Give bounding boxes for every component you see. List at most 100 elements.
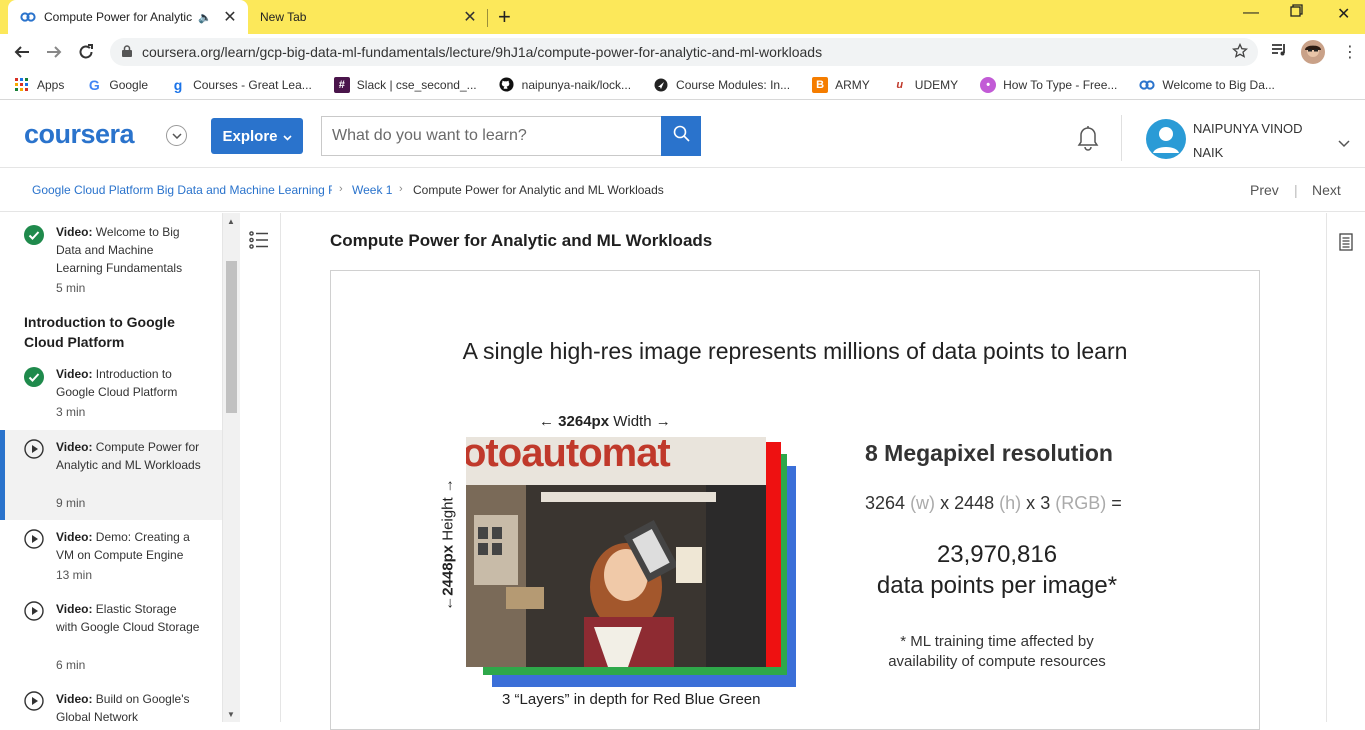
right-rail bbox=[1326, 213, 1365, 722]
play-circle-icon bbox=[24, 439, 44, 464]
scroll-up-arrow-icon[interactable]: ▲ bbox=[227, 217, 235, 226]
list-item[interactable]: Video: Elastic Storage with Google Cloud… bbox=[0, 592, 222, 682]
great-learning-icon: g bbox=[173, 76, 183, 93]
bookmark-github[interactable]: naipunya-naik/lock... bbox=[499, 77, 631, 93]
list-item[interactable]: Video: Demo: Creating a VM on Compute En… bbox=[0, 520, 222, 592]
sample-photo-image: otoautomat bbox=[466, 437, 766, 667]
tab-divider bbox=[487, 9, 488, 27]
list-toggle-icon[interactable] bbox=[249, 231, 269, 254]
item-title: Video: Demo: Creating a VM on Compute En… bbox=[56, 530, 190, 562]
course-modules-icon bbox=[653, 77, 669, 93]
explore-button[interactable]: Explore bbox=[211, 118, 303, 154]
notification-bell-icon[interactable] bbox=[1075, 123, 1101, 156]
tab-new-tab[interactable]: New Tab ✕ bbox=[248, 0, 488, 34]
tab-compute-power[interactable]: Compute Power for Analytic 🔈 ✕ bbox=[8, 0, 248, 34]
list-item-current[interactable]: Video: Compute Power for Analytic and ML… bbox=[0, 430, 222, 520]
slide-headline: A single high-res image represents milli… bbox=[462, 338, 1128, 364]
breadcrumb-current: Compute Power for Analytic and ML Worklo… bbox=[413, 183, 664, 197]
bookmark-apps[interactable]: Apps bbox=[14, 77, 64, 93]
user-name-line2: NAIK bbox=[1193, 145, 1224, 160]
apps-grid-icon bbox=[14, 77, 30, 93]
item-title: Video: Build on Google's Global Network bbox=[56, 692, 190, 722]
item-duration: 13 min bbox=[56, 568, 93, 582]
bookmark-label: Courses - Great Lea... bbox=[193, 77, 312, 92]
forward-arrow-icon[interactable] bbox=[42, 40, 66, 64]
breadcrumb: Google Cloud Platform Big Data and Machi… bbox=[0, 168, 1365, 212]
chevron-down-icon[interactable] bbox=[1338, 135, 1350, 153]
breadcrumb-course-link[interactable]: Google Cloud Platform Big Data and Machi… bbox=[32, 183, 332, 197]
user-name[interactable]: NAIPUNYA VINOD NAIK bbox=[1193, 117, 1333, 165]
profile-avatar[interactable] bbox=[1301, 40, 1325, 64]
photo-sign-text: otoautomat bbox=[466, 437, 671, 475]
address-bar[interactable]: coursera.org/learn/gcp-big-data-ml-funda… bbox=[110, 38, 1258, 66]
close-window-icon[interactable]: ✕ bbox=[1337, 4, 1350, 24]
chevron-down-icon bbox=[282, 128, 292, 145]
lock-icon[interactable] bbox=[122, 44, 132, 60]
bookmark-army[interactable]: B ARMY bbox=[812, 76, 870, 93]
chevron-down-icon[interactable] bbox=[166, 125, 187, 146]
bookmark-udemy[interactable]: u UDEMY bbox=[892, 77, 958, 93]
close-tab-icon[interactable]: ✕ bbox=[222, 7, 238, 27]
course-sidebar: Video: Welcome to Big Data and Machine L… bbox=[0, 213, 223, 722]
coursera-header: coursera Explore What do you want to lea… bbox=[0, 101, 1365, 168]
scroll-down-arrow-icon[interactable]: ▼ bbox=[227, 710, 235, 719]
udemy-icon: u bbox=[896, 78, 904, 91]
github-icon bbox=[499, 77, 515, 93]
item-duration: 9 min bbox=[56, 496, 86, 510]
media-queue-icon[interactable] bbox=[1270, 41, 1288, 64]
list-item[interactable]: Video: Introduction to Google Cloud Plat… bbox=[0, 359, 222, 429]
notes-document-icon[interactable] bbox=[1339, 233, 1353, 256]
minimize-icon[interactable]: — bbox=[1243, 4, 1259, 22]
coursera-favicon-icon bbox=[20, 9, 36, 25]
restore-window-icon[interactable] bbox=[1290, 4, 1303, 22]
item-title: Video: Elastic Storage with Google Cloud… bbox=[56, 602, 200, 634]
bookmark-label: Welcome to Big Da... bbox=[1162, 77, 1275, 92]
header-divider bbox=[1121, 115, 1122, 161]
item-duration: 3 min bbox=[56, 405, 86, 419]
completed-check-icon bbox=[24, 225, 44, 250]
footnote-line2: availability of compute resources bbox=[888, 653, 1106, 670]
completed-check-icon bbox=[24, 367, 44, 392]
bookmark-label: ARMY bbox=[835, 77, 870, 92]
bookmark-slack[interactable]: # Slack | cse_second_... bbox=[333, 76, 477, 93]
search-icon bbox=[673, 125, 690, 147]
footnote-line1: * ML training time affected by bbox=[900, 633, 1094, 650]
bookmark-how-to-type[interactable]: • How To Type - Free... bbox=[980, 76, 1117, 93]
scrollbar-thumb[interactable] bbox=[226, 261, 237, 413]
list-item[interactable]: Video: Welcome to Big Data and Machine L… bbox=[0, 213, 222, 305]
bookmark-great-learning[interactable]: g Courses - Great Lea... bbox=[170, 77, 312, 93]
new-tab-plus-icon[interactable]: + bbox=[498, 4, 511, 30]
search-button[interactable] bbox=[661, 116, 701, 156]
google-icon: G bbox=[88, 76, 100, 93]
megapixel-title: 8 Megapixel resolution bbox=[865, 440, 1113, 466]
bookmark-label: naipunya-naik/lock... bbox=[521, 77, 632, 92]
back-arrow-icon[interactable] bbox=[10, 40, 34, 64]
url-text: coursera.org/learn/gcp-big-data-ml-funda… bbox=[142, 44, 823, 60]
chevron-right-icon: › bbox=[339, 183, 343, 195]
reload-icon[interactable] bbox=[74, 40, 98, 64]
bookmark-label: Apps bbox=[37, 77, 65, 92]
item-title: Video: Welcome to Big Data and Machine L… bbox=[56, 225, 183, 275]
tab-title: Compute Power for Analytic bbox=[44, 10, 193, 24]
bookmarks-bar: Apps G Google g Courses - Great Lea... #… bbox=[0, 70, 1365, 100]
user-avatar[interactable] bbox=[1146, 119, 1186, 159]
width-label: ← 3264px Width → bbox=[539, 413, 671, 430]
browser-menu-icon[interactable]: ⋮ bbox=[1342, 42, 1358, 62]
active-indicator bbox=[0, 430, 5, 520]
list-item[interactable]: Video: Build on Google's Global Network bbox=[0, 682, 222, 722]
bookmark-google[interactable]: G Google bbox=[86, 77, 148, 93]
breadcrumb-week-link[interactable]: Week 1 bbox=[352, 183, 392, 197]
bookmark-star-icon[interactable] bbox=[1231, 42, 1249, 62]
coursera-icon bbox=[1139, 77, 1156, 93]
speaker-icon[interactable]: 🔈 bbox=[198, 11, 212, 24]
play-circle-icon bbox=[24, 691, 44, 716]
search-input[interactable]: What do you want to learn? bbox=[321, 116, 661, 156]
bookmark-course-modules[interactable]: Course Modules: In... bbox=[653, 77, 790, 93]
close-tab-icon[interactable]: ✕ bbox=[462, 7, 478, 27]
footnote: * ML training time affected by availabil… bbox=[851, 632, 1143, 672]
bookmark-big-data[interactable]: Welcome to Big Da... bbox=[1139, 77, 1275, 93]
prev-link[interactable]: Prev bbox=[1250, 182, 1279, 198]
coursera-logo[interactable]: coursera bbox=[24, 119, 135, 150]
video-slide[interactable]: A single high-res image represents milli… bbox=[330, 270, 1260, 730]
next-link[interactable]: Next bbox=[1312, 182, 1341, 198]
